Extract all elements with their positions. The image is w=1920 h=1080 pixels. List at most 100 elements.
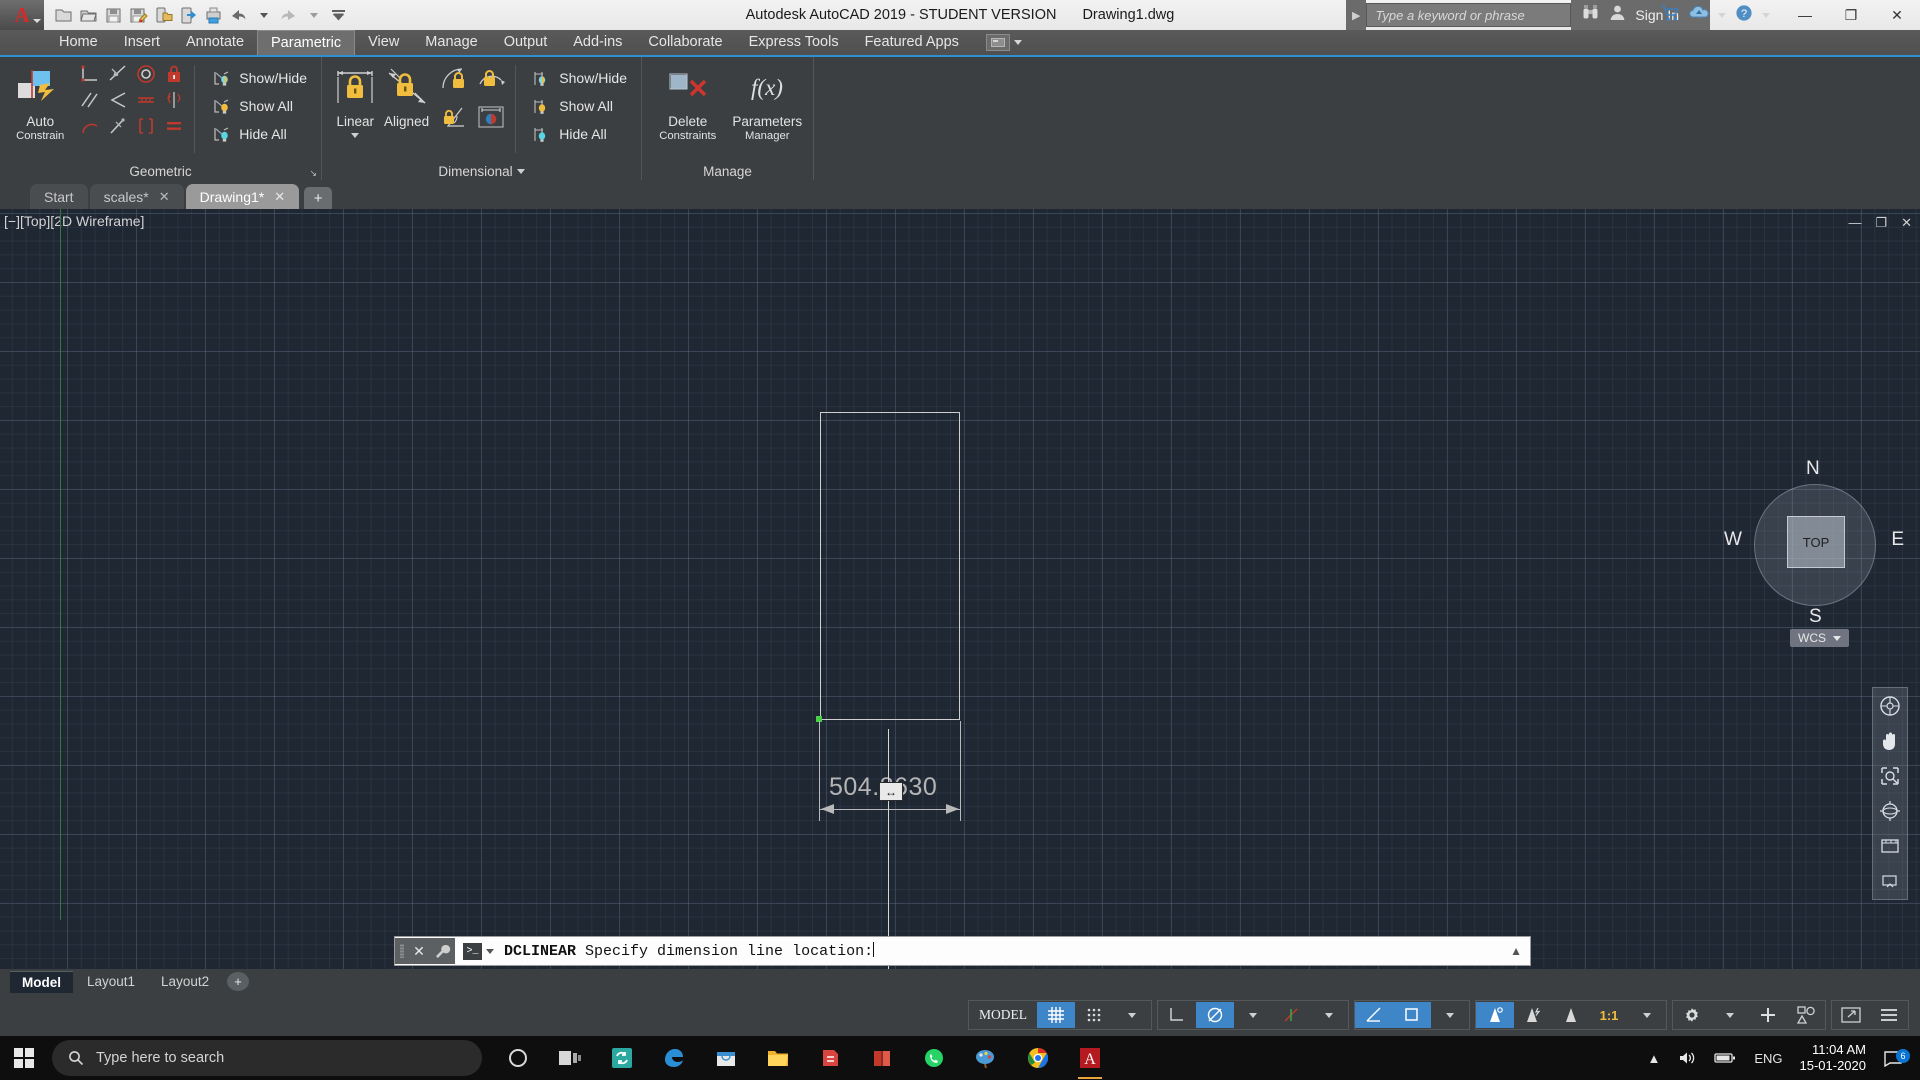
command-chevron-down-icon[interactable] — [486, 948, 494, 954]
redo-dropdown-icon[interactable] — [302, 4, 325, 27]
tab-express-tools[interactable]: Express Tools — [736, 30, 852, 55]
microsoft-store-icon[interactable] — [700, 1036, 752, 1080]
command-line-close-icon[interactable]: ✕ — [409, 938, 429, 964]
layout-tab-layout1[interactable]: Layout1 — [75, 971, 147, 992]
undo-dropdown-icon[interactable] — [252, 4, 275, 27]
snap-settings-dropdown[interactable] — [1113, 1002, 1151, 1028]
customization-icon[interactable] — [1749, 1002, 1787, 1028]
binoculars-icon[interactable] — [1581, 4, 1600, 26]
minimize-button[interactable]: — — [1782, 0, 1828, 30]
dimensional-show-hide-button[interactable]: Show/Hide — [527, 65, 633, 91]
geometric-show-hide-button[interactable]: Show/Hide — [207, 65, 313, 91]
tab-annotate[interactable]: Annotate — [173, 30, 257, 55]
open-icon[interactable] — [77, 4, 100, 27]
workspace-dropdown[interactable] — [1711, 1002, 1749, 1028]
rectangle-entity[interactable] — [820, 412, 960, 720]
clean-screen-icon[interactable] — [1832, 1002, 1870, 1028]
osnap-settings-dropdown[interactable] — [1310, 1002, 1348, 1028]
snap-mode-toggle[interactable] — [1075, 1002, 1113, 1028]
grid-display-toggle[interactable] — [1037, 1002, 1075, 1028]
help-icon[interactable]: ? — [1735, 4, 1753, 27]
annotation-visibility-toggle[interactable] — [1476, 1002, 1514, 1028]
tab-insert[interactable]: Insert — [111, 30, 173, 55]
coincident-constraint-icon[interactable] — [107, 116, 129, 141]
tab-manage[interactable]: Manage — [412, 30, 490, 55]
autodesk-cloud-icon[interactable] — [1689, 4, 1709, 27]
fix-constraint-icon[interactable] — [163, 64, 185, 89]
undo-icon[interactable] — [227, 4, 250, 27]
save-to-web-icon[interactable] — [152, 4, 175, 27]
view-cube-south-label[interactable]: S — [1809, 606, 1822, 628]
print-icon[interactable] — [202, 4, 225, 27]
viewport-minimize-icon[interactable]: — — [1848, 215, 1861, 231]
tab-addins[interactable]: Add-ins — [560, 30, 635, 55]
viewport-close-icon[interactable]: ✕ — [1901, 215, 1912, 231]
layout-tab-layout2[interactable]: Layout2 — [149, 971, 221, 992]
view-cube-east-label[interactable]: E — [1891, 529, 1904, 551]
navigation-bar-chevron-icon[interactable] — [1877, 868, 1903, 894]
show-annotation-objects-toggle[interactable] — [1393, 1002, 1431, 1028]
horizontal-constraint-icon[interactable] — [107, 90, 129, 115]
wcs-selector[interactable]: WCS — [1790, 629, 1849, 647]
layout-tab-model[interactable]: Model — [10, 970, 73, 993]
maximize-button[interactable]: ❐ — [1828, 0, 1874, 30]
command-prompt-area[interactable]: >_ DCLINEAR Specify dimension line locat… — [455, 942, 875, 960]
application-menu-button[interactable]: A — [0, 0, 44, 30]
taskbar-search-input[interactable]: Type here to search — [52, 1040, 482, 1076]
linear-constraint-button[interactable]: Linear — [330, 63, 381, 138]
command-expand-icon[interactable]: ▲ — [1510, 944, 1522, 958]
new-icon[interactable] — [52, 4, 75, 27]
dimensional-show-all-button[interactable]: Show All — [527, 93, 633, 119]
orbit-icon[interactable] — [1877, 798, 1903, 824]
book-app-icon[interactable] — [856, 1036, 908, 1080]
tab-output[interactable]: Output — [491, 30, 561, 55]
steering-wheel-icon[interactable] — [1877, 693, 1903, 719]
customize-icon[interactable] — [327, 4, 350, 27]
new-drawing-tab-button[interactable]: + — [304, 187, 333, 209]
save-icon[interactable] — [102, 4, 125, 27]
drawing-canvas[interactable]: [−][Top][2D Wireframe] — ❐ ✕ 504.8630 ↔ … — [0, 209, 1920, 969]
ribbon-display-options[interactable] — [985, 30, 1022, 55]
command-line-drag-handle[interactable] — [395, 938, 409, 964]
tab-home[interactable]: Home — [46, 30, 111, 55]
tray-expand-icon[interactable]: ▲ — [1638, 1051, 1669, 1066]
parallel-constraint-icon[interactable] — [79, 90, 101, 115]
panel-dimensional-chevron-down-icon[interactable] — [516, 168, 525, 174]
file-tab-start[interactable]: Start — [30, 184, 88, 209]
tangent-constraint-icon[interactable] — [107, 64, 129, 89]
new-layout-button[interactable]: + — [227, 972, 250, 991]
cart-icon[interactable] — [1660, 4, 1680, 27]
isolate-objects-icon[interactable] — [1787, 1002, 1825, 1028]
delete-constraints-button[interactable]: Delete Constraints — [650, 63, 726, 144]
aligned-constraint-button[interactable]: Aligned — [381, 63, 433, 129]
view-cube-north-label[interactable]: N — [1806, 458, 1820, 480]
command-line[interactable]: ✕ >_ DCLINEAR Specify dimension line loc… — [394, 936, 1531, 966]
file-explorer-icon[interactable] — [752, 1036, 804, 1080]
equal-length-constraint-icon[interactable] — [135, 116, 157, 141]
start-button[interactable] — [0, 1036, 48, 1080]
task-view-icon[interactable] — [544, 1036, 596, 1080]
annotation-scale-value[interactable]: 1:1 — [1590, 1002, 1628, 1028]
autocad-taskbar-icon[interactable]: A — [1064, 1036, 1116, 1080]
volume-icon[interactable] — [1669, 1050, 1705, 1066]
hamburger-menu-icon[interactable] — [1870, 1002, 1908, 1028]
concentric-constraint-icon[interactable] — [135, 64, 157, 89]
equal-constraint-icon[interactable] — [163, 116, 185, 141]
open-from-web-icon[interactable] — [177, 4, 200, 27]
battery-icon[interactable] — [1705, 1051, 1745, 1065]
search-input[interactable]: Type a keyword or phrase — [1366, 3, 1572, 27]
object-snap-tracking-toggle[interactable] — [1272, 1002, 1310, 1028]
workspace-switching-icon[interactable] — [1673, 1002, 1711, 1028]
pan-hand-icon[interactable] — [1877, 728, 1903, 754]
auto-constrain-button[interactable]: Auto Constrain — [8, 63, 72, 144]
diameter-constraint-icon[interactable] — [476, 66, 506, 99]
angular-constraint-icon[interactable] — [440, 104, 470, 137]
viewport-maximize-icon[interactable]: ❐ — [1875, 215, 1887, 231]
command-line-customize-icon[interactable] — [429, 938, 455, 964]
tab-collaborate[interactable]: Collaborate — [635, 30, 735, 55]
redo-icon[interactable] — [277, 4, 300, 27]
annotation-settings-dropdown[interactable] — [1431, 1002, 1469, 1028]
file-tab-scales[interactable]: scales* ✕ — [89, 184, 184, 209]
close-icon[interactable]: ✕ — [159, 189, 170, 205]
microsoft-edge-icon[interactable] — [648, 1036, 700, 1080]
